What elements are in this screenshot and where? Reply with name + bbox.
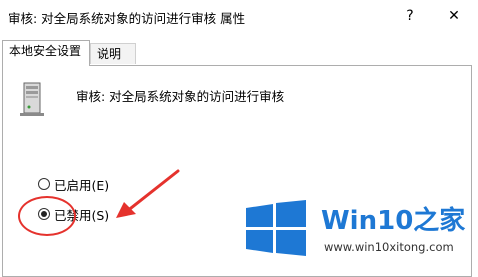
policy-name: 审核: 对全局系统对象的访问进行审核: [76, 89, 285, 104]
watermark-title: Win10之家: [321, 206, 465, 236]
watermark-suffix: 之家: [413, 206, 466, 236]
server-icon: [20, 82, 44, 116]
tab-strip: 本地安全设置 说明: [0, 40, 478, 66]
highlight-circle: [18, 196, 76, 236]
close-button[interactable]: ✕: [440, 4, 468, 28]
title-bar: 审核: 对全局系统对象的访问进行审核 属性 ? ✕: [0, 0, 478, 32]
help-button[interactable]: ?: [398, 4, 422, 28]
window-title: 审核: 对全局系统对象的访问进行审核 属性: [8, 11, 246, 26]
enabled-option[interactable]: 已启用(E): [38, 175, 109, 193]
watermark-brand: Win10: [321, 206, 414, 236]
tab-local-security-setting[interactable]: 本地安全设置: [2, 40, 90, 66]
watermark-url: www.win10xitong.com: [324, 240, 454, 254]
tab-explain[interactable]: 说明: [90, 43, 136, 64]
windows-logo-icon: [246, 200, 306, 256]
enabled-radio[interactable]: [38, 178, 50, 190]
enabled-label: 已启用(E): [54, 177, 110, 193]
arrow-annotation: [116, 169, 180, 218]
